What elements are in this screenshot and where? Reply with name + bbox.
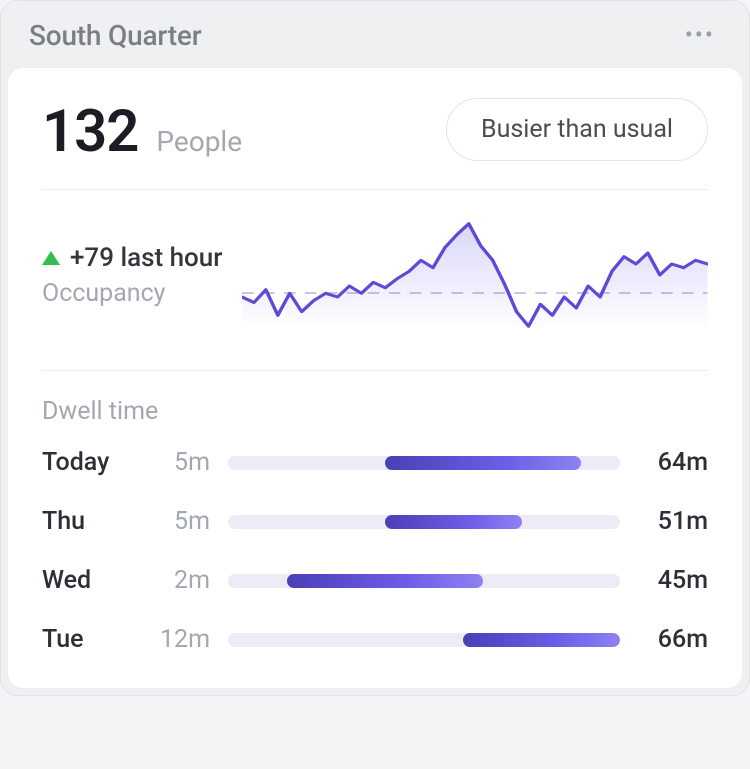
status-pill: Busier than usual bbox=[446, 98, 708, 161]
card-header: South Quarter ••• bbox=[1, 1, 749, 67]
dwell-min-value: 5m bbox=[150, 507, 210, 536]
occupancy-delta: +79 last hour bbox=[42, 243, 222, 273]
occupancy-label: Occupancy bbox=[42, 279, 222, 308]
dwell-section: Dwell time Today 5m 64m Thu 5m 51m Wed 2m 45m Tue… bbox=[42, 371, 708, 654]
dwell-max-value: 45m bbox=[638, 566, 708, 595]
dwell-range-fill bbox=[287, 574, 483, 588]
dwell-title: Dwell time bbox=[42, 397, 708, 426]
dwell-row: Tue 12m 66m bbox=[42, 625, 708, 654]
more-horizontal-icon: ••• bbox=[685, 21, 715, 49]
dwell-range-fill bbox=[385, 456, 581, 470]
summary-row: 132 People Busier than usual bbox=[42, 98, 708, 190]
trend-up-icon bbox=[42, 251, 60, 265]
more-button[interactable]: ••• bbox=[679, 17, 721, 53]
sparkline-area bbox=[242, 224, 708, 330]
dwell-day-label: Thu bbox=[42, 507, 132, 536]
card-title: South Quarter bbox=[29, 19, 201, 52]
dwell-min-value: 2m bbox=[150, 566, 210, 595]
dwell-range-bar bbox=[228, 633, 620, 647]
dwell-day-label: Tue bbox=[42, 625, 132, 654]
dwell-range-bar bbox=[228, 515, 620, 529]
dwell-range-fill bbox=[385, 515, 522, 529]
occupancy-sparkline bbox=[242, 220, 708, 330]
occupancy-left: +79 last hour Occupancy bbox=[42, 243, 222, 308]
occupancy-chart bbox=[242, 220, 708, 330]
people-label: People bbox=[156, 125, 242, 158]
dwell-row: Today 5m 64m bbox=[42, 448, 708, 477]
dwell-min-value: 12m bbox=[150, 625, 210, 654]
dwell-day-label: Wed bbox=[42, 566, 132, 595]
people-count: 132 bbox=[42, 103, 138, 161]
occupancy-card: South Quarter ••• 132 People Busier than… bbox=[0, 0, 750, 696]
dwell-range-fill bbox=[463, 633, 620, 647]
dwell-max-value: 51m bbox=[638, 507, 708, 536]
occupancy-row: +79 last hour Occupancy bbox=[42, 190, 708, 371]
dwell-row: Thu 5m 51m bbox=[42, 507, 708, 536]
count-block: 132 People bbox=[42, 103, 242, 161]
dwell-range-bar bbox=[228, 574, 620, 588]
dwell-rows: Today 5m 64m Thu 5m 51m Wed 2m 45m Tue 12m 66m bbox=[42, 448, 708, 654]
dwell-max-value: 66m bbox=[638, 625, 708, 654]
dwell-day-label: Today bbox=[42, 448, 132, 477]
occupancy-delta-text: +79 last hour bbox=[70, 243, 222, 273]
card-body: 132 People Busier than usual +79 last ho… bbox=[7, 67, 743, 689]
dwell-row: Wed 2m 45m bbox=[42, 566, 708, 595]
dwell-range-bar bbox=[228, 456, 620, 470]
dwell-max-value: 64m bbox=[638, 448, 708, 477]
dwell-min-value: 5m bbox=[150, 448, 210, 477]
